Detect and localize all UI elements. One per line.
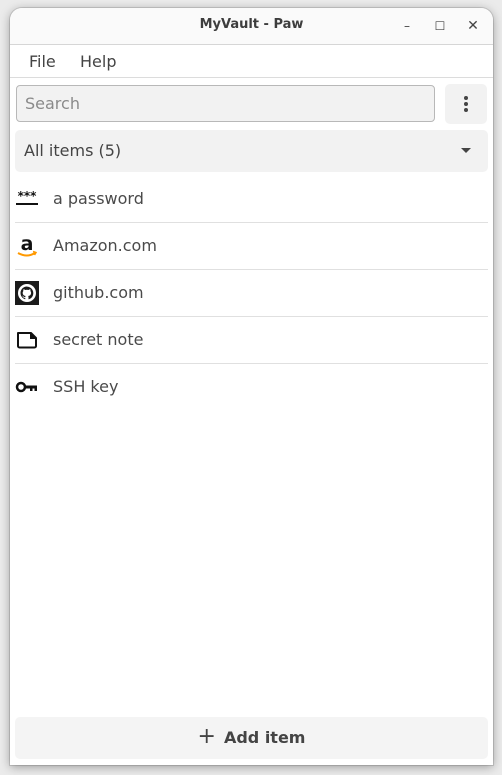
filter-dropdown[interactable]: All items (5) — [15, 130, 488, 172]
github-logo-icon — [15, 281, 39, 305]
kebab-dot — [464, 102, 468, 106]
menu-file[interactable]: File — [29, 52, 56, 71]
svg-text:***: *** — [18, 189, 38, 203]
app-window: MyVault - Paw – ☐ ✕ File Help All items … — [10, 8, 493, 765]
item-label: secret note — [53, 330, 144, 349]
list-item[interactable]: secret note — [15, 317, 488, 364]
search-input[interactable] — [16, 85, 435, 122]
item-label: SSH key — [53, 377, 119, 396]
add-item-button[interactable]: + Add item — [15, 717, 488, 759]
list-item[interactable]: github.com — [15, 270, 488, 317]
item-label: github.com — [53, 283, 144, 302]
key-icon — [15, 381, 37, 393]
list-item[interactable]: SSH key — [15, 364, 488, 410]
plus-icon: + — [197, 724, 216, 749]
list-item[interactable]: a Amazon.com — [15, 223, 488, 270]
title-bar: MyVault - Paw – ☐ ✕ — [10, 8, 493, 45]
amazon-logo-icon: a — [17, 234, 38, 257]
close-button[interactable]: ✕ — [462, 16, 484, 36]
note-icon — [17, 332, 37, 349]
window-title: MyVault - Paw — [199, 17, 304, 32]
minimize-button[interactable]: – — [396, 16, 418, 36]
more-options-button[interactable] — [445, 84, 487, 124]
kebab-dot — [464, 96, 468, 100]
svg-text:a: a — [21, 234, 34, 255]
add-item-label: Add item — [223, 727, 306, 747]
item-label: a password — [53, 189, 144, 208]
password-icon: *** — [16, 189, 38, 205]
add-item-content: + Add item — [197, 724, 306, 749]
maximize-button[interactable]: ☐ — [429, 16, 451, 36]
filter-selected-value: All items (5) — [24, 141, 122, 160]
item-label: Amazon.com — [53, 236, 157, 255]
menu-bar: File Help — [10, 45, 493, 78]
menu-help[interactable]: Help — [80, 52, 116, 71]
kebab-dot — [464, 108, 468, 112]
list-item[interactable]: *** a password — [15, 176, 488, 223]
item-list: *** a password a Amazon.com github.com s… — [15, 176, 488, 410]
chevron-down-icon — [461, 148, 471, 153]
